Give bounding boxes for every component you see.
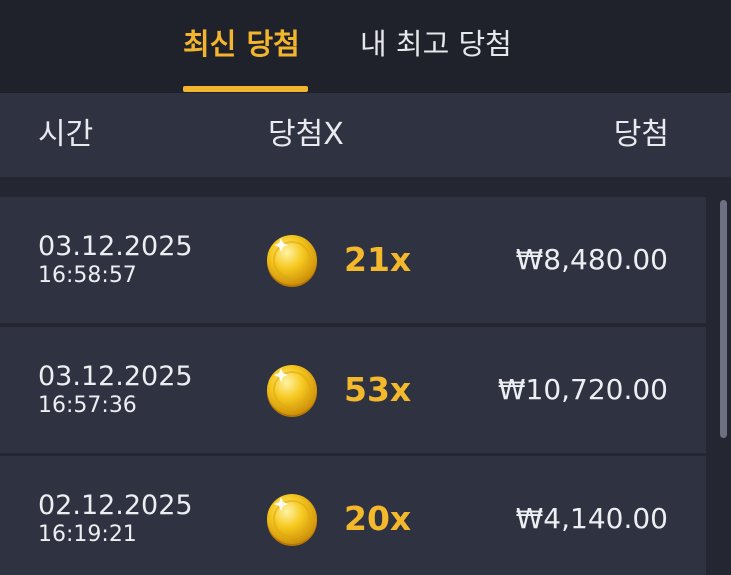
column-header-multiplier: 당첨X: [268, 117, 344, 152]
column-header-win: 당첨: [613, 117, 669, 152]
row-date: 03.12.2025: [38, 361, 193, 392]
row-date: 02.12.2025: [38, 490, 193, 521]
wins-panel: 최신 당첨 내 최고 당첨 시간 당첨X 당첨 03.12.2025 16:58…: [0, 0, 731, 575]
row-amount: ₩4,140.00: [515, 502, 668, 535]
header-divider: [0, 177, 731, 197]
tab-bar: 최신 당첨 내 최고 당첨: [0, 0, 731, 93]
gold-coin-icon: [267, 494, 317, 546]
gold-coin-icon: [267, 365, 317, 417]
row-time: 16:57:36: [38, 393, 137, 418]
row-multiplier: 20x: [344, 499, 412, 538]
row-date: 03.12.2025: [38, 231, 193, 262]
table-row[interactable]: 03.12.2025 16:57:36 53x ₩10,720.00: [0, 327, 706, 453]
row-amount: ₩8,480.00: [515, 243, 668, 276]
row-time: 16:19:21: [38, 522, 137, 547]
tab-latest-wins[interactable]: 최신 당첨: [183, 24, 300, 64]
active-tab-indicator: [183, 86, 308, 92]
tab-my-best-wins[interactable]: 내 최고 당첨: [360, 24, 512, 64]
gold-coin-icon: [267, 235, 317, 287]
row-multiplier: 53x: [344, 370, 412, 409]
scrollbar-thumb[interactable]: [720, 200, 727, 438]
row-time: 16:58:57: [38, 263, 137, 288]
table-row[interactable]: 02.12.2025 16:19:21 20x ₩4,140.00: [0, 456, 706, 575]
table-row[interactable]: 03.12.2025 16:58:57 21x ₩8,480.00: [0, 197, 706, 323]
column-header-time: 시간: [38, 117, 94, 152]
table-header: 시간 당첨X 당첨: [0, 93, 731, 177]
row-amount: ₩10,720.00: [497, 373, 668, 406]
row-multiplier: 21x: [344, 240, 412, 279]
